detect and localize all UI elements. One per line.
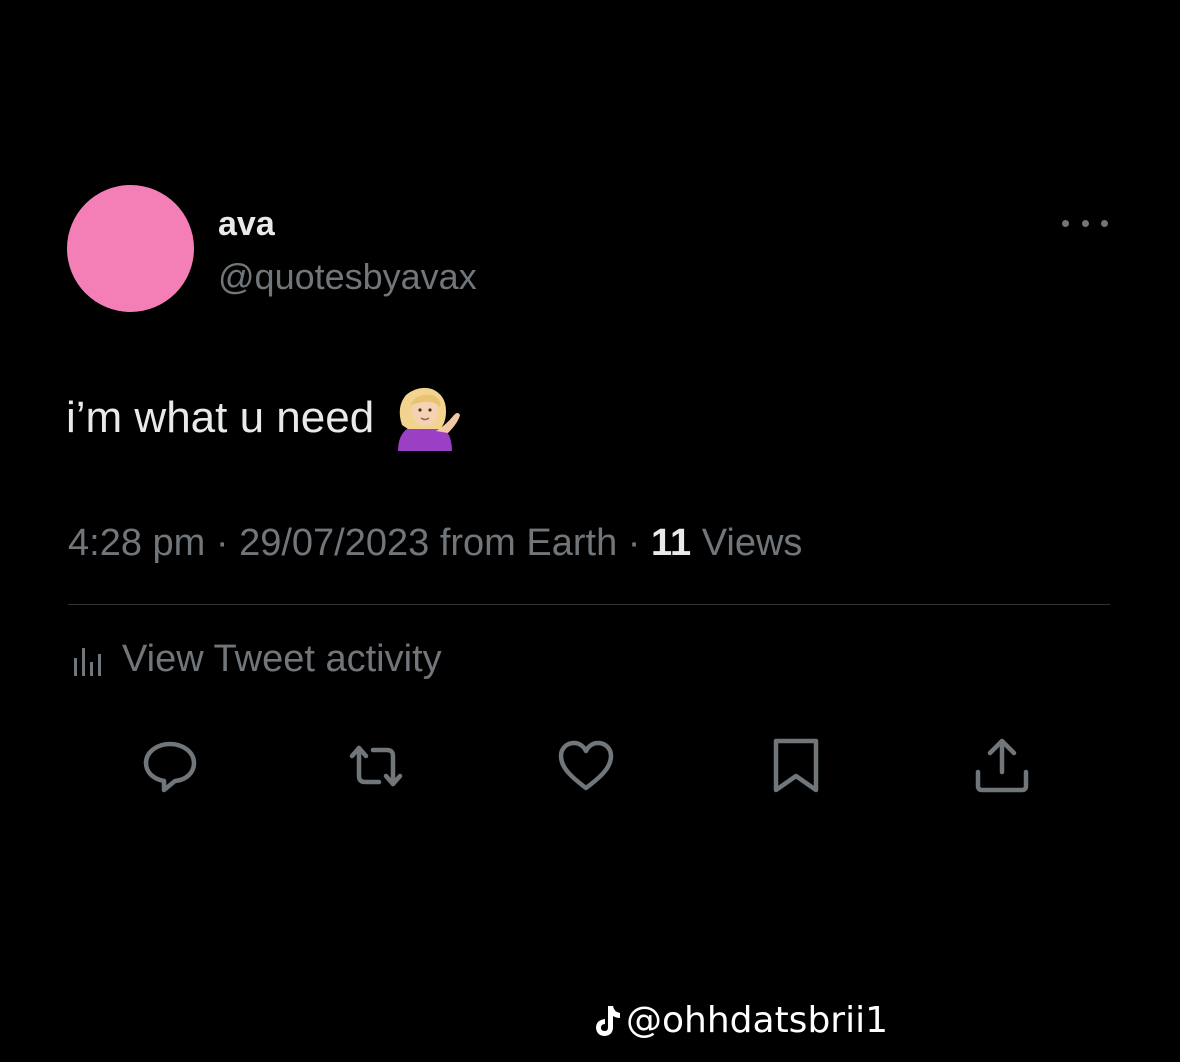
more-dot xyxy=(1062,219,1069,227)
analytics-icon xyxy=(74,647,101,676)
activity-label: View Tweet activity xyxy=(122,638,442,680)
reply-icon[interactable] xyxy=(140,736,200,796)
tweet-text-content: i’m what u need xyxy=(66,393,375,442)
retweet-icon[interactable] xyxy=(346,736,406,796)
more-dot xyxy=(1101,219,1108,227)
tiktok-icon xyxy=(596,1005,620,1036)
more-dot xyxy=(1081,219,1089,227)
watermark: @ohhdatsbrii1 xyxy=(592,1000,888,1041)
user-handle[interactable]: @quotesbyavax xyxy=(218,256,477,298)
share-icon[interactable] xyxy=(972,736,1032,796)
more-options-icon[interactable] xyxy=(1062,206,1108,240)
like-icon[interactable] xyxy=(556,736,616,796)
views-count: 11 xyxy=(651,522,692,564)
avatar[interactable] xyxy=(67,185,194,312)
tweet-time[interactable]: 4:28 pm xyxy=(68,522,205,564)
watermark-username: @ohhdatsbrii1 xyxy=(626,1000,889,1041)
tweet-date-source: 29/07/2023 from Earth xyxy=(239,522,618,564)
bookmark-icon[interactable] xyxy=(766,736,826,796)
meta-separator: · xyxy=(215,522,229,564)
divider xyxy=(68,604,1110,605)
tweet-text: i’m what u need xyxy=(66,385,464,451)
meta-separator: · xyxy=(627,522,641,564)
views-label: Views xyxy=(701,522,803,564)
tweet-meta: 4:28 pm · 29/07/2023 from Earth · 11 Vie… xyxy=(68,522,802,565)
woman-tipping-hand-emoji-icon xyxy=(398,387,461,451)
view-tweet-activity-link[interactable]: View Tweet activity xyxy=(70,638,442,681)
display-name[interactable]: ava xyxy=(218,205,275,244)
